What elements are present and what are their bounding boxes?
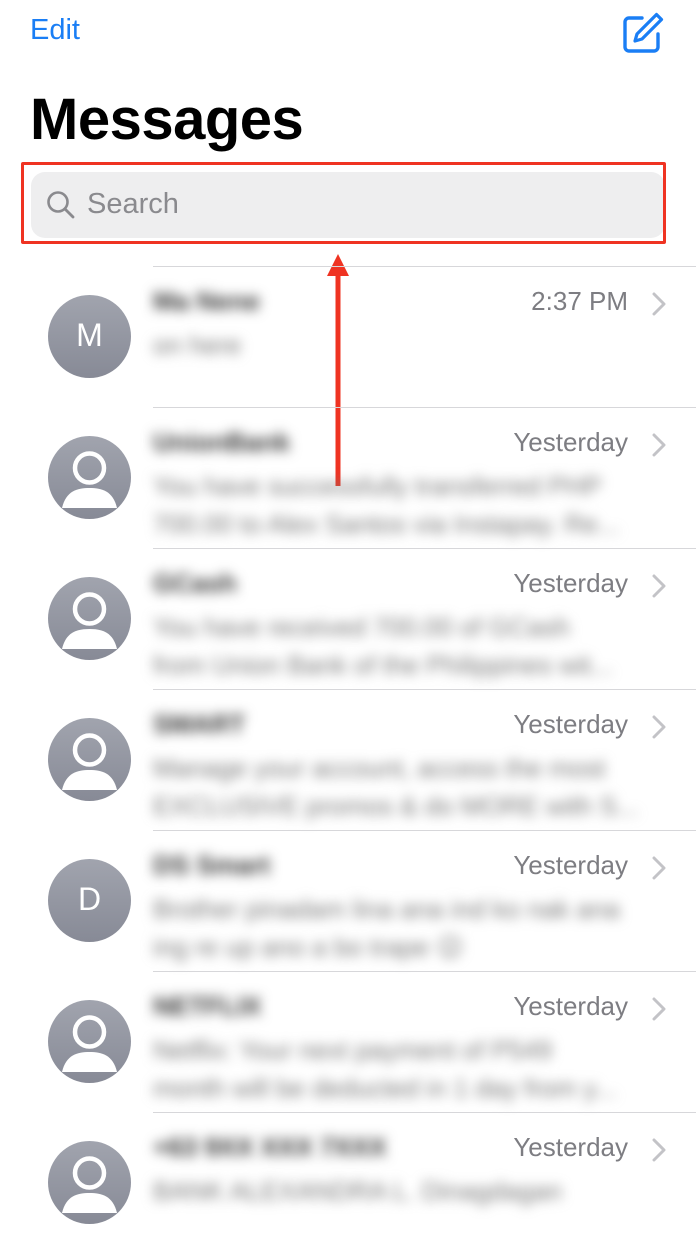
avatar: M [48,295,131,378]
avatar-initial: M [76,317,103,353]
preview-line: on here [153,330,242,360]
avatar [48,718,131,801]
edit-button[interactable]: Edit [30,14,80,47]
row-divider [153,830,696,831]
top-bar: Edit [0,0,696,80]
preview-line: Manage your account, access the most [153,753,606,783]
preview-line: BANK ALEXANDRA L. Dinagdagan [153,1176,563,1206]
preview-line: EXCLUSIVE promos & do MORE with S... [153,791,639,821]
preview-line: 700.00 to Alex Santos via Instapay. Re..… [153,509,620,539]
compose-icon[interactable] [618,10,666,58]
row-divider [153,1112,696,1113]
message-preview: You have successfully transferred PHP 700… [153,467,663,543]
avatar [48,577,131,660]
contact-name: GCash [153,568,237,598]
chevron-right-icon [652,433,666,457]
conversation-row[interactable]: +63 9XX XXX 7XXX Yesterday BANK ALEXANDRA … [0,1112,696,1253]
contact-name: +63 9XX XXX 7XXX [153,1132,387,1162]
preview-line: You have received 700.00 of GCash [153,612,570,642]
avatar [48,1141,131,1224]
conversation-row[interactable]: NETFLIX Yesterday Netflix: Your next payme… [0,971,696,1112]
chevron-right-icon [652,715,666,739]
preview-line: from Union Bank of the Philippines wit..… [153,650,613,680]
message-time: Yesterday [513,709,628,739]
preview-line: ing re up ano a bo trape 😉 [153,932,464,962]
person-icon [62,592,117,649]
chevron-right-icon [652,292,666,316]
message-time: Yesterday [513,991,628,1021]
contact-name: NETFLIX [153,991,262,1021]
conversation-row[interactable]: D DS Smart Yesterday Brother pinadam lina a… [0,830,696,971]
message-preview: Brother pinadam lina ana ind ko nak ana i… [153,890,663,966]
message-time: Yesterday [513,850,628,880]
row-divider [153,971,696,972]
message-time: Yesterday [513,568,628,598]
conversation-row[interactable]: GCash Yesterday You have received 700.00 o… [0,548,696,689]
avatar [48,436,131,519]
person-icon [62,451,117,508]
preview-line: You have successfully transferred PHP [153,471,602,501]
contact-name: Ma Nene [153,286,260,316]
chevron-right-icon [652,997,666,1021]
contact-name: DS Smart [153,850,271,880]
message-preview: You have received 700.00 of GCash from Un… [153,608,663,684]
conversation-row[interactable]: SMART Yesterday Manage your account, acces… [0,689,696,830]
conversation-row[interactable]: M Ma Nene 2:37 PM on here [0,266,696,407]
message-preview: Netflix: Your next payment of P549 month … [153,1031,663,1107]
message-preview: on here [153,326,663,364]
conversation-list: M Ma Nene 2:37 PM on here UnionBank Yesterday… [0,266,696,1253]
contact-name: UnionBank [153,427,291,457]
avatar: D [48,859,131,942]
page-title: Messages [30,87,304,152]
contact-name: SMART [153,709,246,739]
row-divider [153,548,696,549]
preview-line: Netflix: Your next payment of P549 [153,1035,552,1065]
message-time: Yesterday [513,1132,628,1162]
chevron-right-icon [652,574,666,598]
row-divider [153,266,696,267]
preview-line: Brother pinadam lina ana ind ko nak ana [153,894,620,924]
message-preview: BANK ALEXANDRA L. Dinagdagan [153,1172,663,1210]
avatar [48,1000,131,1083]
person-icon [62,1156,117,1213]
avatar-initial: D [77,881,102,917]
message-preview: Manage your account, access the most EXCL… [153,749,663,825]
chevron-right-icon [652,1138,666,1162]
preview-line: month will be deducted in 1 day from y..… [153,1073,617,1103]
message-time: 2:37 PM [531,286,628,316]
person-icon [62,733,117,790]
row-divider [153,689,696,690]
person-icon [62,1015,117,1072]
search-highlight-box [21,162,666,244]
chevron-right-icon [652,856,666,880]
conversation-row[interactable]: UnionBank Yesterday You have successfully … [0,407,696,548]
row-divider [153,407,696,408]
message-time: Yesterday [513,427,628,457]
